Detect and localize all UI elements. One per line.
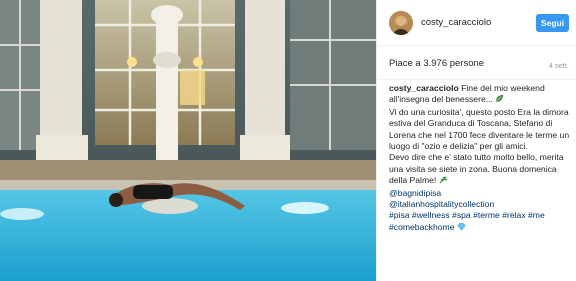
caption-line-2: Vi do una curiosita', questo posto Era l…	[389, 106, 570, 152]
caption-paragraph-3: Devo dire che e' stato tutto molto bello…	[389, 152, 573, 187]
post-date[interactable]: 4 sett.	[549, 61, 569, 70]
avatar-image	[389, 11, 413, 35]
instagram-post: costy_caracciolo Segui Piace a 3.976 per…	[0, 0, 576, 281]
avatar[interactable]	[389, 11, 413, 35]
caption-username[interactable]: costy_caracciolo	[389, 83, 459, 93]
caption-line-3: Devo dire che e' stato tutto molto bello…	[389, 152, 564, 186]
caption-hashtags-paragraph: #pisa #wellness #spa #terme #relax #me #…	[389, 210, 573, 234]
follow-button[interactable]: Segui	[536, 14, 569, 32]
post-side-panel: costy_caracciolo Segui Piace a 3.976 per…	[376, 0, 576, 281]
mention-italianhospitality[interactable]: @italianhospitalitycollection	[389, 199, 573, 210]
post-photo[interactable]	[0, 0, 376, 281]
mention-bagnidipisa[interactable]: @bagnidipisa	[389, 188, 573, 199]
username-link[interactable]: costy_caracciolo	[421, 17, 491, 28]
caption-hashtags[interactable]: #pisa #wellness #spa #terme #relax #me #…	[389, 210, 545, 231]
branch-emoji-icon	[439, 175, 448, 187]
pool-scene-image	[0, 0, 376, 281]
diamond-emoji-icon	[457, 222, 466, 234]
likes-row: Piace a 3.976 persone 4 sett.	[377, 56, 576, 80]
caption-paragraph-1: costy_caracciolo Fine del mio weekend al…	[389, 83, 573, 107]
post-caption: costy_caracciolo Fine del mio weekend al…	[389, 83, 573, 234]
leaf-emoji-icon	[495, 94, 504, 106]
post-header: costy_caracciolo Segui	[377, 0, 576, 46]
likes-count[interactable]: Piace a 3.976 persone	[389, 58, 484, 69]
